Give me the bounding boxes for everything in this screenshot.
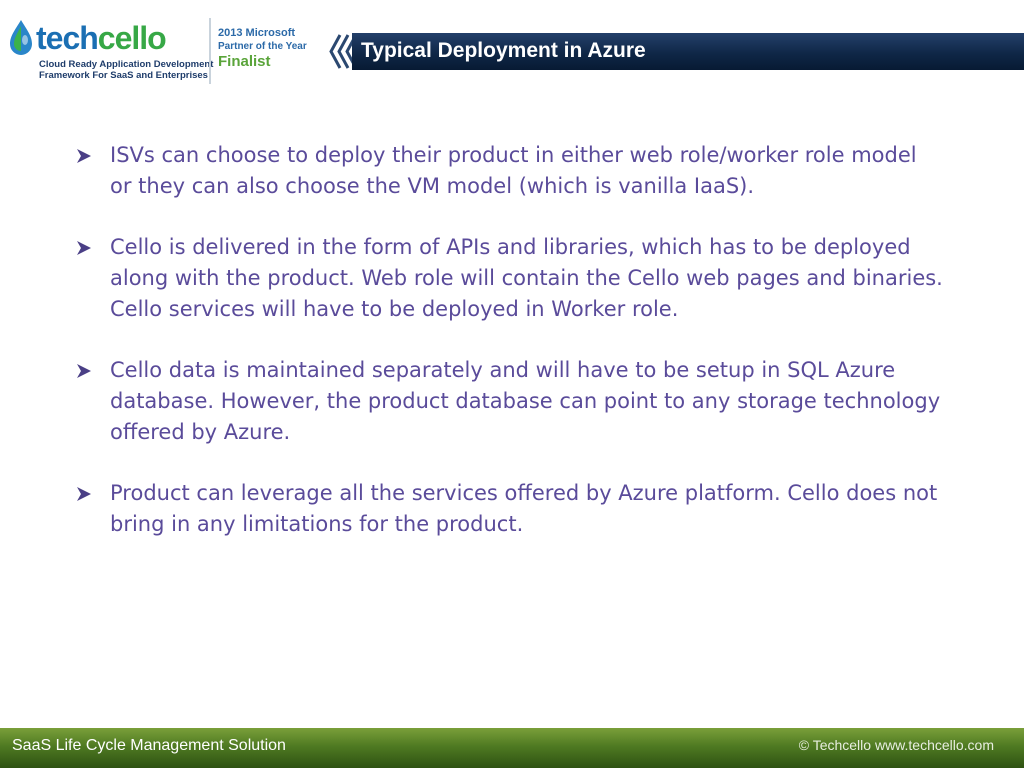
bullet-item: Cello data is maintained separately and … <box>74 355 944 448</box>
arrow-bullet-icon <box>77 241 91 255</box>
award-badge: 2013 Microsoft Partner of the Year Final… <box>218 27 307 71</box>
footer-copyright: © Techcello www.techcello.com <box>798 737 994 753</box>
arrow-bullet-icon <box>77 149 91 163</box>
logo-wordmark: techcello <box>36 20 167 56</box>
techcello-logo: techcello Cloud Ready Application Develo… <box>6 14 213 86</box>
arrow-bullet-icon <box>77 364 91 378</box>
award-line1: 2013 Microsoft <box>218 27 296 39</box>
footer-bar: SaaS Life Cycle Management Solution © Te… <box>0 728 1024 768</box>
bullet-text: ISVs can choose to deploy their product … <box>110 143 917 198</box>
bullet-list: ISVs can choose to deploy their product … <box>74 140 944 570</box>
droplet-logo-icon <box>10 20 32 55</box>
logo-tagline: Cloud Ready Application Development Fram… <box>39 59 214 81</box>
slide-title: Typical Deployment in Azure <box>361 39 646 62</box>
header-divider <box>209 18 211 84</box>
award-line3: Finalist <box>218 53 271 70</box>
footer-product-name: SaaS Life Cycle Management Solution <box>12 737 286 754</box>
bullet-item: Cello is delivered in the form of APIs a… <box>74 232 944 325</box>
bullet-item: ISVs can choose to deploy their product … <box>74 140 944 202</box>
logo-tagline-line2: Framework For SaaS and Enterprises <box>39 70 208 81</box>
bullet-text: Cello data is maintained separately and … <box>110 358 941 444</box>
logo-tagline-line1: Cloud Ready Application Development <box>39 59 214 70</box>
bullet-item: Product can leverage all the services of… <box>74 478 944 540</box>
bullet-text: Cello is delivered in the form of APIs a… <box>110 235 943 321</box>
award-line2: Partner of the Year <box>218 41 307 52</box>
bullet-text: Product can leverage all the services of… <box>110 481 938 536</box>
arrow-bullet-icon <box>77 487 91 501</box>
title-bar: Typical Deployment in Azure <box>352 33 1024 70</box>
